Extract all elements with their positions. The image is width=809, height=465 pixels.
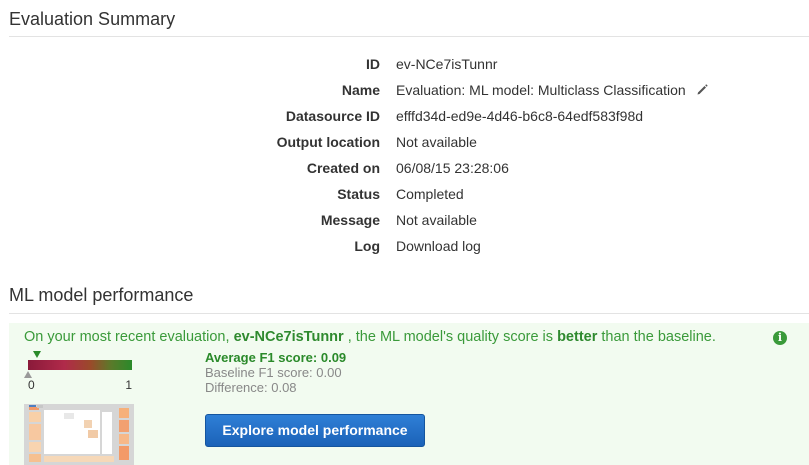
name-value: Evaluation: ML model: Multiclass Classif… — [396, 82, 686, 98]
average-f1-score: Average F1 score: 0.09 — [205, 350, 347, 365]
name-label: Name — [341, 82, 380, 98]
scale-max-label: 1 — [125, 378, 132, 392]
headline-prefix: On your most recent evaluation, — [24, 329, 234, 345]
score-gradient-bar — [28, 360, 132, 370]
matrix-cell — [37, 405, 43, 408]
id-label: ID — [366, 56, 380, 72]
log-label: Log — [354, 238, 380, 254]
explore-model-performance-button[interactable]: Explore model performance — [205, 414, 425, 447]
matrix-cell — [44, 456, 114, 462]
difference-value: Difference: 0.08 — [205, 380, 297, 395]
datasource-row: Datasource ID efffd34d-ed9e-4d46-b6c8-64… — [0, 108, 809, 128]
log-row: Log Download log — [0, 238, 809, 258]
matrix-cell — [102, 412, 112, 454]
pencil-icon[interactable] — [696, 83, 709, 99]
divider — [9, 36, 809, 37]
performance-panel: On your most recent evaluation, ev-NCe7i… — [9, 323, 809, 465]
created-on-value: 06/08/15 23:28:06 — [396, 160, 509, 176]
confusion-matrix-thumbnail[interactable] — [24, 404, 134, 465]
datasource-label: Datasource ID — [285, 108, 380, 124]
matrix-cell — [119, 408, 129, 418]
matrix-cell — [64, 413, 74, 419]
id-row: ID ev-NCe7isTunnr — [0, 56, 809, 76]
matrix-cell — [29, 442, 41, 452]
score-scale: 0 1 — [24, 349, 132, 397]
matrix-cell — [29, 424, 41, 440]
id-value: ev-NCe7isTunnr — [396, 56, 498, 72]
matrix-cell — [84, 420, 92, 428]
headline-eval-id: ev-NCe7isTunnr — [233, 329, 344, 345]
output-location-value: Not available — [396, 134, 477, 150]
status-value: Completed — [396, 186, 464, 202]
status-label: Status — [337, 186, 380, 202]
baseline-f1-score: Baseline F1 score: 0.00 — [205, 365, 342, 380]
model-score-marker — [33, 351, 42, 358]
matrix-cell — [29, 454, 41, 462]
headline-middle: , the ML model's quality score is — [343, 329, 558, 345]
matrix-cell — [119, 434, 129, 444]
score-summary: Average F1 score: 0.09 Baseline F1 score… — [205, 350, 346, 395]
created-on-row: Created on 06/08/15 23:28:06 — [0, 160, 809, 180]
ml-model-performance-title: ML model performance — [9, 285, 194, 305]
headline-verdict: better — [557, 329, 598, 345]
name-value-wrap: Evaluation: ML model: Multiclass Classif… — [396, 82, 709, 99]
download-log-link[interactable]: Download log — [396, 238, 481, 254]
status-row: Status Completed — [0, 186, 809, 206]
message-row: Message Not available — [0, 212, 809, 232]
output-location-row: Output location Not available — [0, 134, 809, 154]
message-label: Message — [320, 212, 380, 228]
matrix-cell — [119, 446, 129, 460]
performance-headline: On your most recent evaluation, ev-NCe7i… — [24, 329, 716, 345]
datasource-link[interactable]: efffd34d-ed9e-4d46-b6c8-64edf583f98d — [396, 108, 643, 124]
divider — [9, 313, 809, 314]
evaluation-summary-title: Evaluation Summary — [9, 9, 176, 29]
message-value: Not available — [396, 212, 477, 228]
scale-min-label: 0 — [28, 378, 35, 392]
baseline-score-marker — [24, 371, 32, 378]
matrix-cell — [119, 420, 129, 432]
name-row: Name Evaluation: ML model: Multiclass Cl… — [0, 82, 809, 102]
headline-suffix: than the baseline. — [597, 329, 716, 345]
matrix-cell — [29, 412, 41, 422]
info-icon[interactable]: i — [773, 331, 787, 345]
output-location-label: Output location — [276, 134, 380, 150]
created-on-label: Created on — [306, 160, 380, 176]
matrix-cell — [88, 430, 98, 438]
